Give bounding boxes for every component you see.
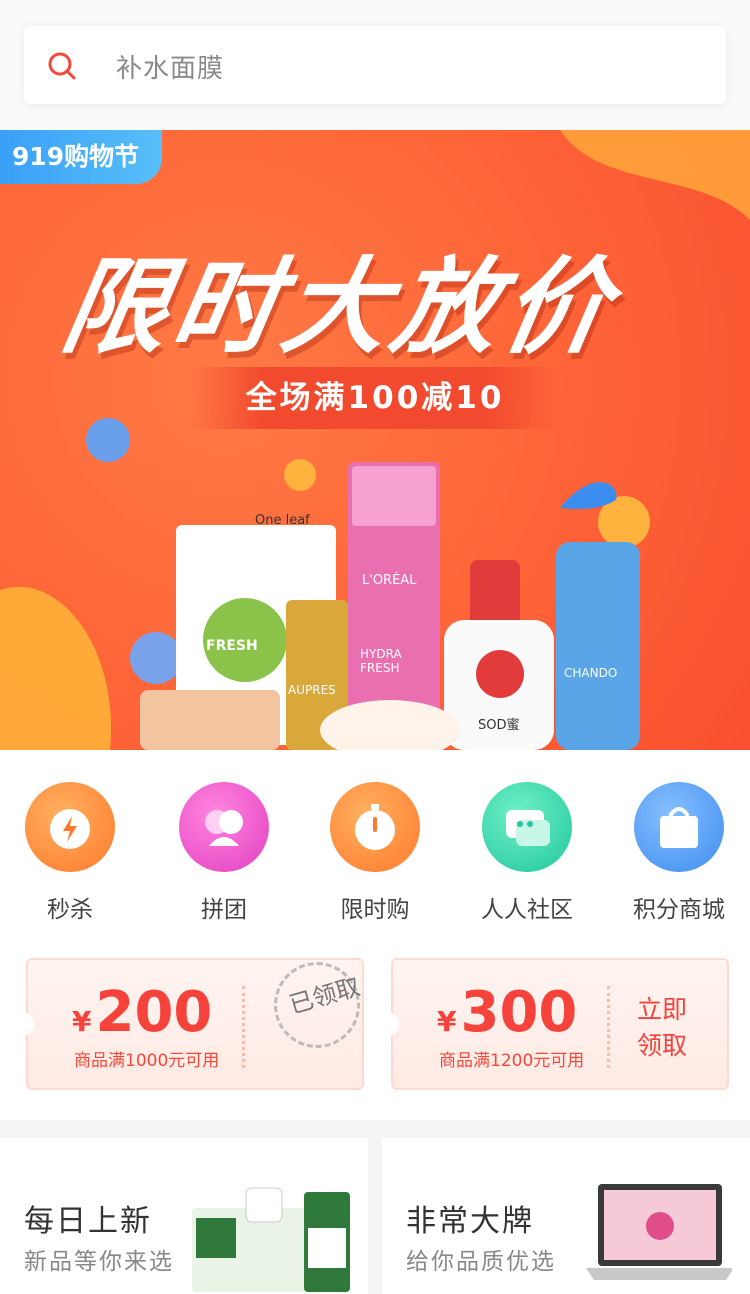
coupon-condition: 商品满1200元可用 <box>439 1051 585 1071</box>
product-label-sod: SOD蜜 <box>478 718 520 733</box>
search-bar[interactable]: 补水面膜 <box>24 26 726 104</box>
feature-subtitle: 给你品质优选 <box>406 1249 556 1275</box>
category-label: 限时购 <box>340 897 410 923</box>
coupon-amount: ¥300 <box>437 980 578 1045</box>
category-flash-sale[interactable]: 秒杀 <box>10 782 130 924</box>
search-area: 补水面膜 <box>0 0 750 130</box>
coupon-condition: 商品满1000元可用 <box>74 1051 220 1071</box>
group-people-icon <box>179 782 269 872</box>
category-community[interactable]: 人人社区 <box>467 782 587 924</box>
feature-title: 每日上新 <box>24 1204 152 1239</box>
chat-bubble-icon <box>482 782 572 872</box>
milk-box-image <box>192 1187 350 1292</box>
product-label-hydra: HYDRA FRESH <box>360 647 402 675</box>
product-label-fresh: FRESH <box>206 638 258 654</box>
category-group-buy[interactable]: 拼团 <box>164 782 284 924</box>
lightning-alarm-icon <box>25 782 115 872</box>
category-limited-time[interactable]: 限时购 <box>315 782 435 924</box>
festival-tag: 919购物节 <box>0 130 162 184</box>
category-points-mall[interactable]: 积分商城 <box>619 782 739 924</box>
banner-promo-text: 全场满100减10 <box>190 367 560 429</box>
claim-button[interactable]: 立即 领取 <box>637 992 687 1064</box>
category-label: 人人社区 <box>481 897 573 923</box>
feature-new-arrivals[interactable]: 每日上新 新品等你来选 <box>0 1138 368 1294</box>
product-label-loreal: L'ORÉAL <box>362 573 417 588</box>
coupon-amount: ¥200 <box>72 980 213 1045</box>
shopping-bag-icon <box>634 782 724 872</box>
category-label: 秒杀 <box>47 897 93 923</box>
feature-big-brands[interactable]: 非常大牌 给你品质优选 <box>382 1138 750 1294</box>
category-label: 拼团 <box>201 897 247 923</box>
feature-subtitle: 新品等你来选 <box>24 1249 174 1275</box>
feature-title: 非常大牌 <box>406 1204 534 1239</box>
product-label-chando: CHANDO <box>564 666 618 680</box>
search-placeholder[interactable]: 补水面膜 <box>116 48 224 85</box>
product-label-aupres: AUPRES <box>288 683 336 697</box>
laptop-image <box>586 1184 732 1280</box>
search-icon <box>48 52 76 80</box>
stopwatch-icon <box>330 782 420 872</box>
coupon-200[interactable]: ¥200 商品满1000元可用 已领取 <box>22 958 364 1090</box>
banner-headline: 限时大放价 <box>53 246 626 368</box>
product-label-oneleaf: One leaf <box>255 513 310 528</box>
category-label: 积分商城 <box>633 897 725 923</box>
coupon-300[interactable]: ¥300 商品满1200元可用 立即 领取 <box>387 958 729 1090</box>
